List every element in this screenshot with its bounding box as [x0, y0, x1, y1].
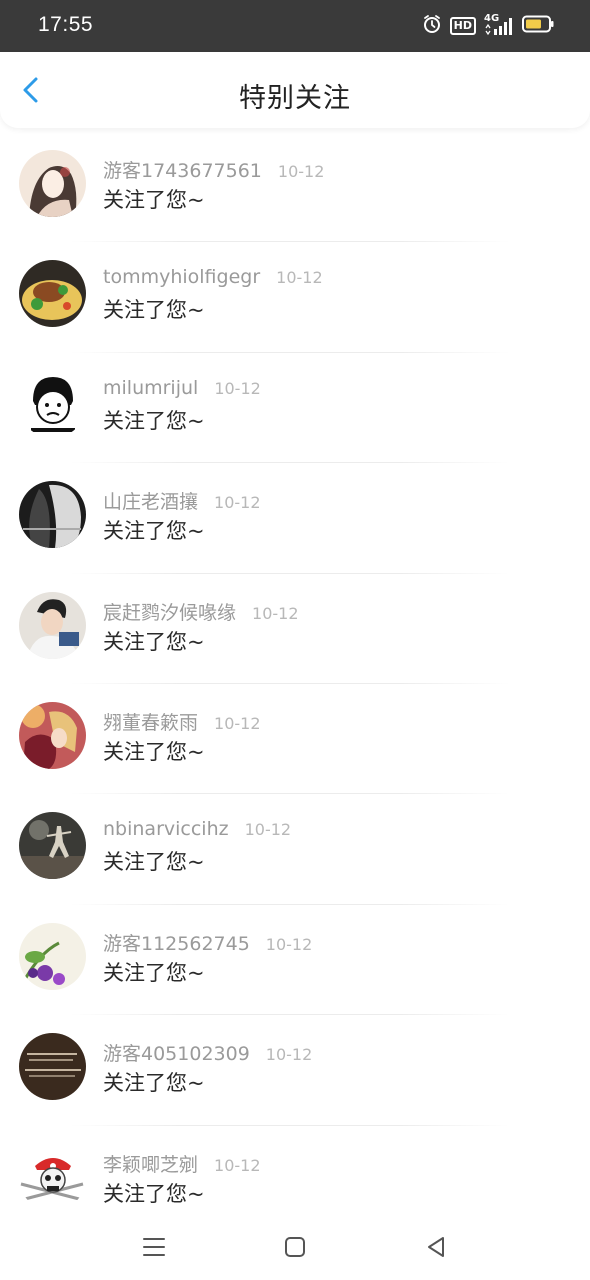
follow-date: 10-12	[265, 934, 313, 954]
follow-date: 10-12	[276, 268, 323, 288]
avatar	[19, 922, 86, 990]
menu-button[interactable]	[139, 1232, 169, 1262]
page-title: 特别关注	[239, 83, 351, 114]
follow-message: 关注了您~	[103, 408, 205, 433]
follow-message: 关注了您~	[103, 1071, 205, 1096]
status-bar: 17:55 HD 4G	[0, 0, 590, 52]
follow-date: 10-12	[214, 713, 261, 733]
avatar	[19, 260, 86, 328]
list-item[interactable]: milumrijul 10-12 关注了您~	[0, 353, 590, 464]
avatar	[19, 812, 86, 880]
list-item[interactable]: 游客1743677561 10-12 关注了您~	[0, 132, 590, 243]
user-name: 山庄老酒攘	[103, 491, 199, 514]
user-name: 翙董春簌雨	[103, 711, 199, 734]
follow-message: 关注了您~	[103, 298, 205, 323]
user-name: 李颖唧芝剜	[103, 1153, 199, 1176]
avatar	[19, 1033, 86, 1101]
list-item[interactable]: 翙董春簌雨 10-12 关注了您~	[0, 684, 590, 795]
avatar	[19, 701, 86, 769]
signal-icon: 4G	[484, 13, 514, 36]
list-item[interactable]: 游客405102309 10-12 关注了您~	[0, 1015, 590, 1126]
follow-message: 关注了您~	[103, 629, 205, 654]
follow-date: 10-12	[214, 1155, 261, 1175]
list-item[interactable]: 宸赶鹨汐候喙缘 10-12 关注了您~	[0, 574, 590, 684]
user-name: tommyhiolfigegr	[103, 266, 261, 289]
list-item[interactable]: nbinarviccihz 10-12 关注了您~	[0, 794, 590, 905]
hd-icon: HD	[449, 17, 476, 35]
user-name: milumrijul	[103, 376, 199, 399]
user-name: 游客1743677561	[103, 160, 262, 182]
battery-icon	[522, 15, 554, 37]
home-button[interactable]	[280, 1232, 310, 1262]
header: 特别关注	[0, 52, 590, 128]
follow-date: 10-12	[277, 162, 325, 181]
follow-date: 10-12	[214, 493, 261, 513]
user-name: 游客405102309	[103, 1043, 250, 1066]
avatar	[19, 591, 86, 659]
follow-message: 关注了您~	[103, 850, 205, 875]
follow-date: 10-12	[244, 820, 292, 840]
follow-message: 关注了您~	[103, 739, 205, 764]
user-name: nbinarviccihz	[103, 818, 229, 841]
home-icon	[285, 1237, 305, 1257]
follower-list: 游客1743677561 10-12 关注了您~ tommyhiolfigegr…	[0, 132, 590, 1236]
system-nav-bar	[0, 1216, 590, 1280]
avatar	[19, 370, 86, 438]
back-icon	[428, 1237, 444, 1257]
back-nav-button[interactable]	[421, 1232, 451, 1262]
list-item[interactable]: 山庄老酒攘 10-12 关注了您~	[0, 463, 590, 574]
avatar	[19, 150, 86, 217]
status-time: 17:55	[38, 13, 94, 36]
follow-date: 10-12	[252, 603, 299, 623]
follow-message: 关注了您~	[103, 519, 205, 544]
user-name: 游客112562745	[103, 932, 250, 955]
list-item[interactable]: 游客112562745 10-12 关注了您~	[0, 905, 590, 1016]
avatar	[19, 1143, 86, 1211]
menu-icon	[143, 1238, 165, 1256]
follow-date: 10-12	[265, 1045, 313, 1065]
follow-date: 10-12	[214, 378, 261, 398]
follow-message: 关注了您~	[103, 960, 205, 985]
avatar	[19, 481, 86, 549]
follow-message: 关注了您~	[103, 1181, 205, 1206]
alarm-icon	[422, 14, 442, 38]
follow-message: 关注了您~	[103, 188, 205, 212]
list-item[interactable]: tommyhiolfigegr 10-12 关注了您~	[0, 242, 590, 353]
status-icons: HD 4G	[422, 13, 554, 38]
user-name: 宸赶鹨汐候喙缘	[103, 601, 237, 624]
